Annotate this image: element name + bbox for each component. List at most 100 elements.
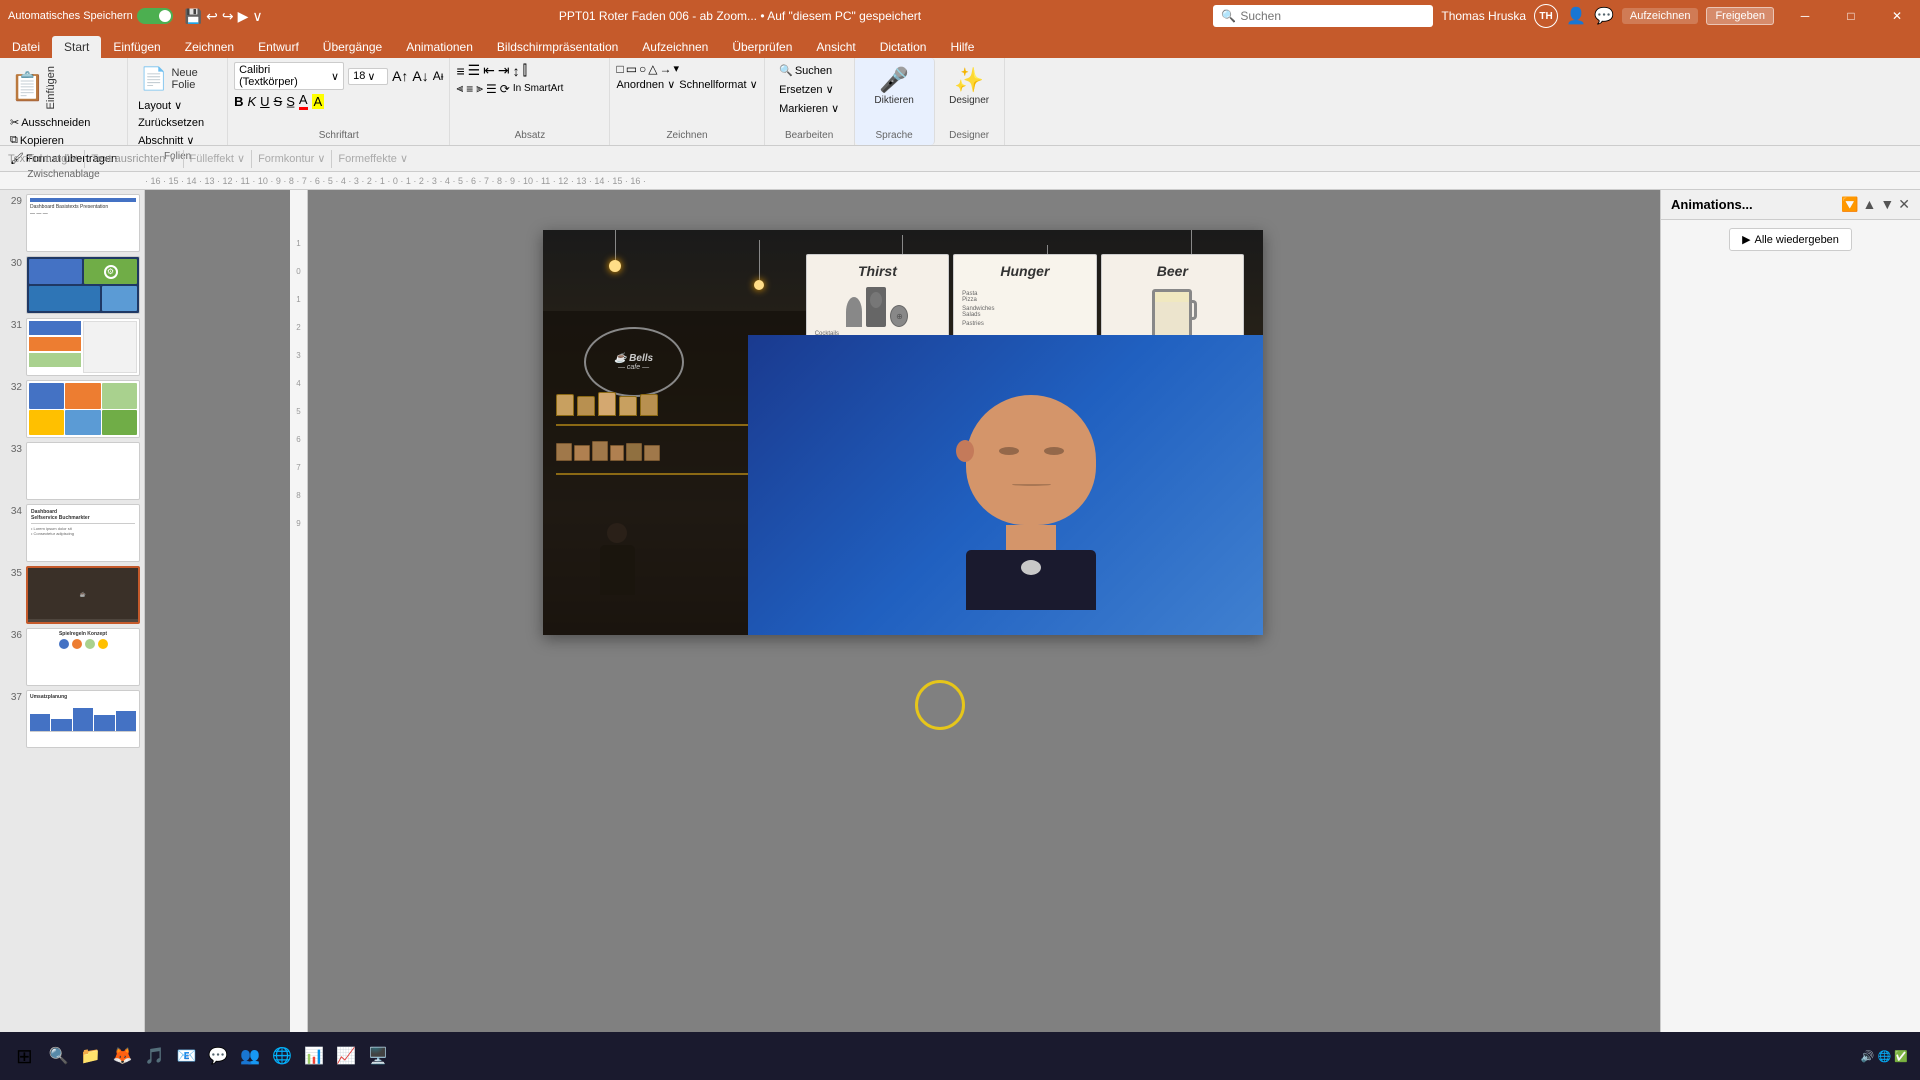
present-btn[interactable]: Aufzeichnen xyxy=(1622,8,1699,24)
taskbar-app3[interactable]: 🌐 xyxy=(268,1042,296,1070)
slide-thumb-37[interactable]: 37 Umsatzplanung xyxy=(4,690,140,748)
user-avatar[interactable]: TH xyxy=(1534,4,1558,28)
taskbar-app1[interactable]: 🎵 xyxy=(141,1042,169,1070)
redo-icon[interactable]: ↪ xyxy=(222,8,234,25)
undo-icon[interactable]: ↩ xyxy=(206,8,218,25)
ersetzen-button[interactable]: Ersetzen ∨ xyxy=(775,81,838,98)
autosave-toggle[interactable] xyxy=(137,8,173,24)
tab-zeichnen[interactable]: Zeichnen xyxy=(173,36,246,58)
search-input[interactable] xyxy=(1240,9,1420,23)
suchen-button[interactable]: 🔍 Suchen xyxy=(775,62,836,79)
taskbar-app2[interactable]: 💬 xyxy=(204,1042,232,1070)
highlight-btn[interactable]: A xyxy=(312,94,325,109)
taskbar-excel[interactable]: 📈 xyxy=(332,1042,360,1070)
neue-folie-button[interactable]: 📄 NeueFolie xyxy=(134,62,204,96)
slide-thumb-34[interactable]: 34 DashboardSelfservice Buchmarkter • Lo… xyxy=(4,504,140,562)
tab-entwurf[interactable]: Entwurf xyxy=(246,36,311,58)
font-color-btn[interactable]: A xyxy=(299,92,308,110)
layout-button[interactable]: Layout ∨ xyxy=(134,97,186,114)
close-btn[interactable]: ✕ xyxy=(1874,0,1920,32)
taskbar-app5[interactable]: 🖥️ xyxy=(364,1042,392,1070)
panel-up-btn[interactable]: ▲ xyxy=(1863,196,1877,213)
markieren-button[interactable]: Markieren ∨ xyxy=(775,100,843,117)
diktieren-button[interactable]: 🎤 Diktieren xyxy=(868,62,919,110)
tab-animationen[interactable]: Animationen xyxy=(394,36,485,58)
comments-icon[interactable]: 💬 xyxy=(1594,6,1614,26)
tab-dictation[interactable]: Dictation xyxy=(868,36,939,58)
search-bar[interactable]: 🔍 xyxy=(1213,5,1433,27)
panel-down-btn[interactable]: ▼ xyxy=(1880,196,1894,213)
decrease-indent-btn[interactable]: ⇤ xyxy=(483,62,495,79)
save-icon[interactable]: 💾 xyxy=(185,8,202,25)
anordnen-btn[interactable]: Anordnen ∨ xyxy=(616,78,675,91)
tab-datei[interactable]: Datei xyxy=(0,36,52,58)
window-controls[interactable]: ─ □ ✕ xyxy=(1782,0,1920,32)
slide-thumb-29[interactable]: 29 Dashboard Basistexts Presentation— — … xyxy=(4,194,140,252)
taskbar-app4[interactable]: 📊 xyxy=(300,1042,328,1070)
line-spacing-btn[interactable]: ↕ xyxy=(513,63,520,79)
bullet-list-btn[interactable]: ≡ xyxy=(456,63,464,79)
shadow-btn[interactable]: S̲ xyxy=(286,94,295,109)
tab-ueberpruefen[interactable]: Überprüfen xyxy=(720,36,804,58)
slide-thumb-31[interactable]: 31 xyxy=(4,318,140,376)
slide-thumb-35[interactable]: 35 ☕ xyxy=(4,566,140,624)
designer-button[interactable]: ✨ Designer xyxy=(943,62,995,110)
tab-aufzeichnen[interactable]: Aufzeichnen xyxy=(630,36,720,58)
tab-hilfe[interactable]: Hilfe xyxy=(938,36,986,58)
search-btn[interactable]: 🔍 xyxy=(45,1042,73,1070)
slide-thumb-32[interactable]: 32 xyxy=(4,380,140,438)
tab-einfuegen[interactable]: Einfügen xyxy=(101,36,172,58)
share-icon[interactable]: 👤 xyxy=(1566,6,1586,26)
taskbar-outlook[interactable]: 📧 xyxy=(172,1042,200,1070)
text-direction-btn[interactable]: ⟳ xyxy=(500,82,510,96)
start-btn[interactable]: ⊞ xyxy=(8,1040,41,1073)
bold-btn[interactable]: B xyxy=(234,94,243,109)
strikethrough-btn[interactable]: S xyxy=(274,94,283,109)
align-right-btn[interactable]: ⫸ xyxy=(476,81,483,96)
present-icon[interactable]: ▶ xyxy=(238,8,249,25)
shapes-more[interactable]: ▾ xyxy=(674,62,680,76)
canvas-area[interactable]: 10123456789 xyxy=(145,190,1660,1052)
shape-arrow[interactable]: → xyxy=(660,62,672,76)
clear-format-btn[interactable]: Aᵻ xyxy=(433,69,444,83)
shape-rounded[interactable]: ▭ xyxy=(626,62,637,76)
smartart-btn[interactable]: In SmartArt xyxy=(513,83,564,94)
ausschneiden-button[interactable]: ✂ Ausschneiden xyxy=(6,114,94,131)
more-icon[interactable]: ∨ xyxy=(252,8,262,25)
columns-btn[interactable]: ⫿ xyxy=(523,62,527,79)
taskbar-files[interactable]: 📁 xyxy=(77,1042,105,1070)
tab-ansicht[interactable]: Ansicht xyxy=(804,36,867,58)
font-name-dropdown[interactable]: Calibri (Textkörper) ∨ xyxy=(234,62,344,90)
slide-main-canvas[interactable]: ☕ Bells — cafe — xyxy=(543,230,1263,635)
einfuegen-button[interactable]: 📋 Einfügen xyxy=(6,62,61,113)
tab-start[interactable]: Start xyxy=(52,36,101,58)
kopieren-button[interactable]: ⧉ Kopieren xyxy=(6,132,68,149)
shape-rect[interactable]: □ xyxy=(616,62,623,76)
tab-uebergaenge[interactable]: Übergänge xyxy=(311,36,394,58)
decrease-font-btn[interactable]: A↓ xyxy=(412,68,428,84)
minimize-btn[interactable]: ─ xyxy=(1782,0,1828,32)
panel-collapse-btn[interactable]: 🔽 xyxy=(1841,196,1858,213)
schnelllformat-btn[interactable]: Schnellformat ∨ xyxy=(679,78,757,91)
play-all-button[interactable]: ▶ Alle wiedergeben xyxy=(1729,228,1852,251)
number-list-btn[interactable]: ☰ xyxy=(468,62,481,79)
increase-font-btn[interactable]: A↑ xyxy=(392,68,408,84)
increase-indent-btn[interactable]: ⇥ xyxy=(498,62,510,79)
abschnitt-button[interactable]: Abschnitt ∨ xyxy=(134,132,198,149)
align-center-btn[interactable]: ≡ xyxy=(466,82,473,96)
slide-thumb-33[interactable]: 33 xyxy=(4,442,140,500)
panel-close-btn[interactable]: ✕ xyxy=(1898,196,1910,213)
zuruecksetzen-button[interactable]: Zurücksetzen xyxy=(134,115,208,131)
underline-btn[interactable]: U xyxy=(260,94,269,109)
taskbar-firefox[interactable]: 🦊 xyxy=(109,1042,137,1070)
freigeben-btn[interactable]: Freigeben xyxy=(1706,7,1774,25)
align-left-btn[interactable]: ⫷ xyxy=(456,81,463,96)
maximize-btn[interactable]: □ xyxy=(1828,0,1874,32)
justify-btn[interactable]: ☰ xyxy=(486,82,497,96)
font-size-dropdown[interactable]: 18 ∨ xyxy=(348,68,388,85)
italic-btn[interactable]: K xyxy=(247,94,256,109)
slide-thumb-36[interactable]: 36 Spielregeln Konzept xyxy=(4,628,140,686)
tab-bildschirmpraesentation[interactable]: Bildschirmpräsentation xyxy=(485,36,630,58)
shape-circle[interactable]: ○ xyxy=(639,62,646,76)
slide-thumb-30[interactable]: 30 ⚙ xyxy=(4,256,140,314)
